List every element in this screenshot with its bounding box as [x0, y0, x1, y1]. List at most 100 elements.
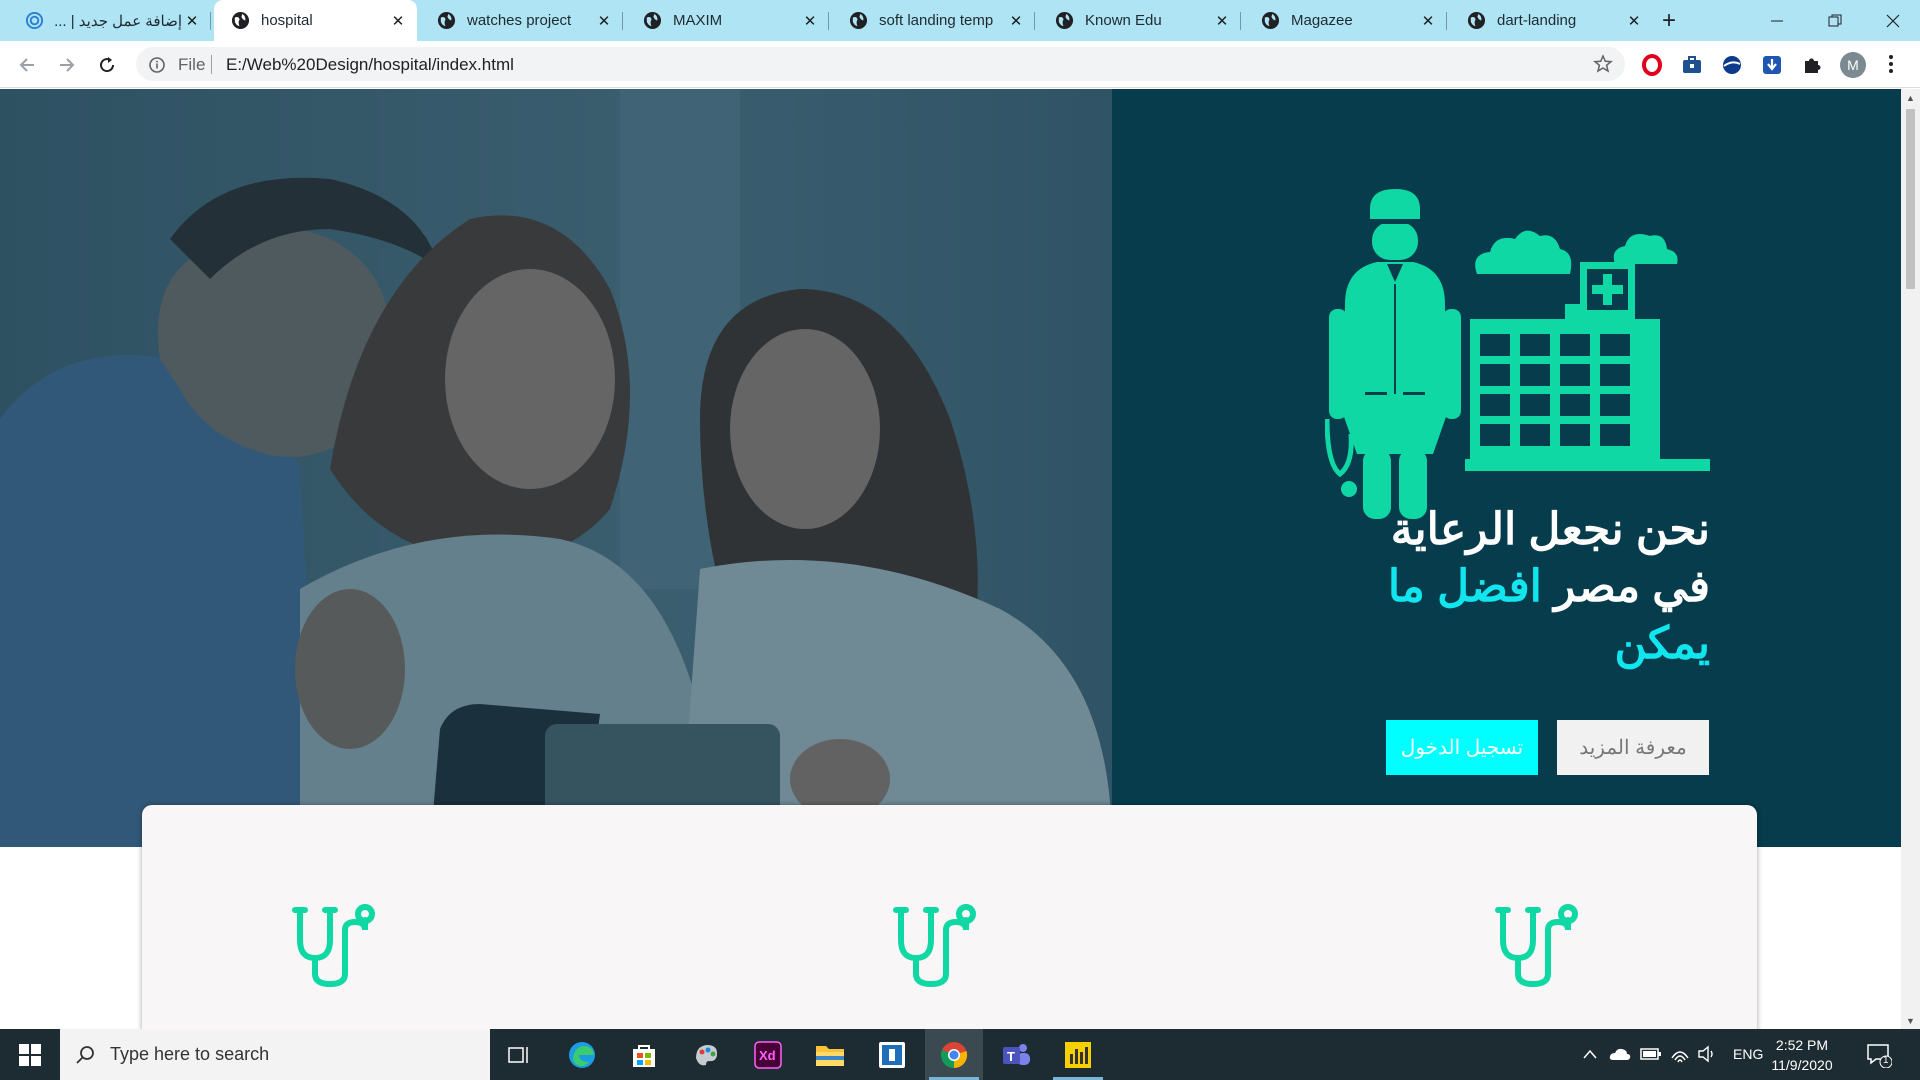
close-tab-icon[interactable]: ✕ [1212, 11, 1232, 31]
taskbar-clock[interactable]: 2:52 PM 11/9/2020 [1762, 1035, 1842, 1075]
back-button[interactable] [12, 50, 42, 80]
arrow-right-icon [60, 58, 75, 72]
tab-separator [210, 12, 211, 30]
stethoscope-icon [1495, 904, 1578, 988]
minimize-icon [1771, 20, 1783, 21]
scroll-up-arrow-icon[interactable]: ▲ [1901, 89, 1920, 106]
teams-icon[interactable]: T [987, 1029, 1045, 1080]
opera-icon[interactable] [1640, 53, 1664, 77]
tab-title: soft landing temp [879, 12, 994, 29]
globe-extension-icon[interactable] [1720, 53, 1744, 77]
tab-title: watches project [467, 12, 572, 29]
tab-dart-landing[interactable]: dart-landing ✕ [1450, 0, 1653, 41]
globe-icon [643, 11, 662, 30]
address-bar[interactable]: File E:/Web%20Design/hospital/index.html [136, 47, 1625, 81]
terminal-app-icon[interactable] [863, 1029, 921, 1080]
globe-icon [1467, 11, 1486, 30]
doctor-hospital-illustration [1325, 189, 1710, 519]
taskbar-search[interactable]: Type here to search [60, 1029, 490, 1080]
notification-center-button[interactable]: 1 [1866, 1042, 1893, 1073]
volume-icon[interactable] [1697, 1044, 1717, 1064]
file-explorer-icon[interactable] [801, 1029, 859, 1080]
scroll-down-arrow-icon[interactable]: ▼ [1901, 1012, 1920, 1029]
minimize-button[interactable] [1748, 0, 1806, 41]
close-window-button[interactable] [1864, 0, 1920, 41]
scrollbar-thumb[interactable] [1906, 109, 1915, 289]
close-tab-icon[interactable]: ✕ [800, 11, 820, 31]
tab-soft-landing[interactable]: soft landing temp ✕ [832, 0, 1035, 41]
learn-more-button[interactable]: معرفة المزيد [1557, 720, 1709, 775]
tab-hospital[interactable]: hospital ✕ [214, 0, 417, 41]
page-viewport: نحن نجعل الرعاية في مصر افضل ما يمكن تسج… [0, 89, 1901, 1029]
download-icon[interactable] [1760, 53, 1784, 77]
tab-separator [828, 12, 829, 30]
profile-avatar[interactable]: M [1840, 52, 1866, 78]
close-tab-icon[interactable]: ✕ [1418, 11, 1438, 31]
reload-icon [100, 57, 115, 73]
search-icon [76, 1045, 94, 1064]
hero-headline: نحن نجعل الرعاية في مصر افضل ما يمكن [1290, 501, 1710, 672]
globe-icon [1055, 11, 1074, 30]
edge-icon[interactable] [553, 1029, 611, 1080]
more-menu-icon[interactable] [1886, 53, 1896, 75]
clock-date: 11/9/2020 [1771, 1057, 1833, 1073]
hero-section: نحن نجعل الرعاية في مصر افضل ما يمكن تسج… [0, 89, 1901, 847]
language-indicator[interactable]: ENG [1733, 1046, 1763, 1062]
headline-line-2-plain: في مصر [1554, 562, 1710, 611]
store-icon[interactable] [615, 1029, 673, 1080]
tab-title: إضافة عمل جديد | ... [55, 12, 182, 30]
tab-watches-project[interactable]: watches project ✕ [420, 0, 623, 41]
chevron-up-icon[interactable] [1583, 1048, 1597, 1060]
forward-button[interactable] [52, 50, 82, 80]
close-tab-icon[interactable]: ✕ [182, 11, 202, 31]
svg-text:Xd: Xd [759, 1048, 776, 1063]
page-scrollbar[interactable]: ▲ ▼ [1901, 89, 1920, 1029]
globe-icon [849, 11, 868, 30]
close-tab-icon[interactable]: ✕ [1624, 11, 1644, 31]
hero-photo [0, 89, 1112, 847]
tab-maxim[interactable]: MAXIM ✕ [626, 0, 829, 41]
star-icon[interactable] [1593, 54, 1613, 74]
clock-time: 2:52 PM [1775, 1037, 1829, 1053]
puzzle-icon[interactable] [1800, 53, 1824, 77]
stethoscope-icon [292, 904, 375, 988]
close-tab-icon[interactable]: ✕ [388, 11, 408, 31]
reload-button[interactable] [92, 50, 122, 80]
url-text[interactable]: E:/Web%20Design/hospital/index.html [226, 55, 514, 75]
headline-line-2: في مصر افضل ما [1290, 558, 1710, 615]
tab-add-work[interactable]: إضافة عمل جديد | ... ✕ [8, 0, 211, 41]
windows-taskbar: Type here to search Xd T ENG 2:52 PM 11/… [0, 1029, 1920, 1080]
headline-line-2-accent: افضل ما [1387, 562, 1542, 611]
tab-magazee[interactable]: Magazee ✕ [1244, 0, 1447, 41]
login-button[interactable]: تسجيل الدخول [1386, 720, 1538, 775]
arrow-left-icon [19, 58, 34, 72]
wifi-icon[interactable] [1670, 1044, 1690, 1064]
battery-icon[interactable] [1640, 1046, 1662, 1062]
paint-icon[interactable] [677, 1029, 735, 1080]
tab-title: hospital [261, 12, 313, 29]
chrome-icon[interactable] [925, 1029, 983, 1080]
task-view-icon[interactable] [490, 1029, 548, 1080]
spiral-icon [25, 11, 44, 30]
new-tab-button[interactable]: + [1656, 7, 1682, 34]
close-tab-icon[interactable]: ✕ [594, 11, 614, 31]
headline-line-3: يمكن [1614, 619, 1710, 668]
tab-separator [1446, 12, 1447, 30]
tab-separator [622, 12, 623, 30]
close-tab-icon[interactable]: ✕ [1006, 11, 1026, 31]
tab-separator [1240, 12, 1241, 30]
monitor-app-icon[interactable] [1049, 1029, 1107, 1080]
search-placeholder: Type here to search [110, 1044, 270, 1064]
adobe-xd-icon[interactable]: Xd [739, 1029, 797, 1080]
start-button[interactable] [0, 1029, 60, 1080]
browser-toolbar: File E:/Web%20Design/hospital/index.html… [0, 41, 1920, 88]
onedrive-icon[interactable] [1609, 1046, 1631, 1062]
globe-icon [437, 11, 456, 30]
info-icon[interactable] [148, 56, 166, 74]
windows-logo-icon [19, 1043, 41, 1066]
tab-known-edu[interactable]: Known Edu ✕ [1038, 0, 1241, 41]
globe-icon [1261, 11, 1280, 30]
stethoscope-icon [893, 904, 976, 988]
briefcase-icon[interactable] [1680, 53, 1704, 77]
restore-button[interactable] [1806, 0, 1864, 41]
